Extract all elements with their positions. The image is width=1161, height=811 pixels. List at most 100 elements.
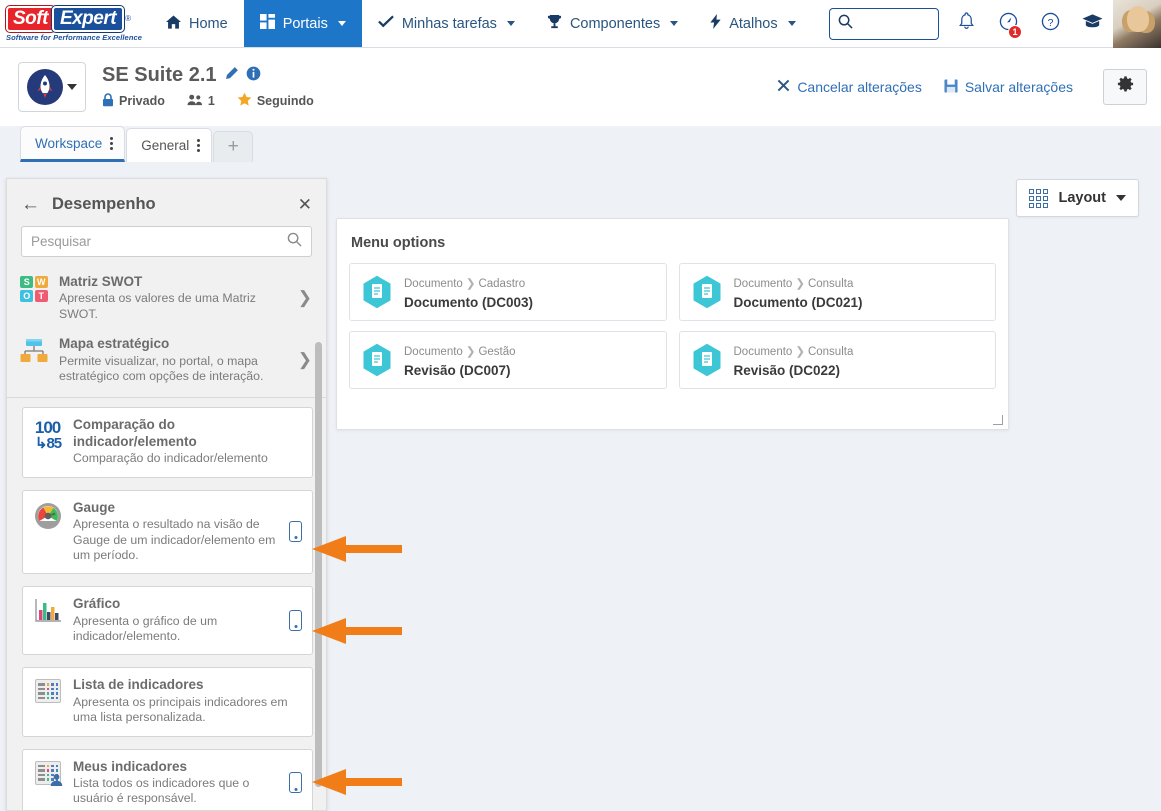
workspace-title-block: SE Suite 2.1 Privado 1 Seguindo [102, 64, 314, 110]
nav-item-atalhos-label: Atalhos [729, 15, 778, 32]
card-item-lista-indicadores-title: Lista de indicadores [73, 677, 204, 693]
chevron-right-icon[interactable]: ❯ [298, 288, 316, 308]
card-item-gauge-desc: Apresenta o resultado na visão de Gauge … [73, 517, 276, 562]
save-changes-button[interactable]: Salvar alterações [944, 78, 1073, 96]
menu-card-dc007-name: Revisão (DC007) [404, 362, 511, 378]
card-item-meus-indicadores-desc: Lista todos os indicadores que o usuário… [73, 776, 250, 806]
panel-resize-handle[interactable] [993, 415, 1003, 425]
card-item-meus-indicadores[interactable]: Meus indicadores Lista todos os indicado… [22, 748, 313, 810]
breadcrumb-separator: ❯ [795, 277, 805, 290]
logo-tagline: Software for Performance Excellence [6, 32, 143, 42]
nav-item-portais[interactable]: Portais [243, 0, 362, 47]
card-item-gauge[interactable]: Gauge Apresenta o resultado na visão de … [22, 489, 313, 575]
add-tab-button[interactable]: + [213, 131, 254, 162]
cancel-changes-button[interactable]: Cancelar alterações [777, 79, 922, 95]
chevron-down-icon [670, 21, 679, 26]
softexpert-logo[interactable]: Soft Expert ® Software for Performance E… [0, 0, 150, 47]
card-item-grafico[interactable]: Gráfico Apresenta o gráfico de um indica… [22, 586, 313, 656]
list-item-matriz-swot[interactable]: S W O T Matriz SWOT Apresenta os valores… [7, 267, 326, 329]
nav-item-componentes[interactable]: Componentes [531, 0, 694, 47]
card-item-meus-indicadores-title: Meus indicadores [73, 758, 188, 774]
top-navigation-bar: Soft Expert ® Software for Performance E… [0, 0, 1161, 48]
my-indicators-icon [33, 759, 63, 786]
chevron-down-icon [1116, 195, 1126, 201]
rocket-icon [27, 69, 63, 105]
mobile-device-icon[interactable] [289, 520, 302, 542]
tab-general-label: General [141, 138, 190, 153]
nav-item-home[interactable]: Home [150, 0, 244, 47]
search-input[interactable] [853, 16, 930, 31]
card-item-lista-indicadores[interactable]: Lista de indicadores Apresenta os princi… [22, 667, 313, 737]
swot-letter-w: W [34, 276, 48, 288]
help-button[interactable]: ? [1029, 0, 1071, 47]
list-item-mapa-estrategico[interactable]: Mapa estratégico Permite visualizar, no … [7, 329, 326, 391]
side-panel-header: ← Desempenho ✕ [7, 179, 326, 224]
back-arrow-icon[interactable]: ← [21, 195, 40, 214]
gauge-icon [33, 500, 63, 530]
menu-card-dc007[interactable]: Documento ❯ Gestão Revisão (DC007) [349, 331, 667, 389]
chevron-right-icon[interactable]: ❯ [298, 350, 316, 370]
settings-button[interactable] [1103, 69, 1147, 105]
list-divider [7, 397, 326, 399]
list-item-matriz-swot-desc: Apresenta os valores de uma Matriz SWOT. [59, 291, 256, 321]
nav-item-minhas-tarefas[interactable]: Minhas tarefas [362, 0, 531, 47]
edit-pencil-icon[interactable] [224, 66, 239, 86]
card-item-lista-indicadores-desc: Apresenta os principais indicadores em u… [73, 694, 288, 725]
mobile-device-icon[interactable] [289, 772, 302, 794]
academy-button[interactable] [1071, 0, 1113, 47]
menu-card-dc021[interactable]: Documento ❯ Consulta Documento (DC021) [678, 263, 996, 321]
tab-general-menu-icon[interactable] [197, 139, 201, 152]
side-panel-scrollbar[interactable] [315, 342, 322, 787]
search-icon [287, 232, 302, 252]
user-avatar[interactable] [1113, 0, 1161, 48]
save-disk-icon [944, 78, 958, 96]
layout-button-label: Layout [1058, 190, 1106, 206]
workspace-avatar-button[interactable] [18, 62, 86, 112]
people-icon [187, 93, 203, 109]
layout-button[interactable]: Layout [1016, 179, 1139, 217]
following-indicator[interactable]: Seguindo [237, 92, 314, 110]
tab-workspace[interactable]: Workspace [20, 126, 126, 162]
tab-workspace-menu-icon[interactable] [110, 136, 114, 150]
tab-general[interactable]: General [126, 128, 213, 162]
global-search [829, 0, 945, 47]
mobile-device-icon[interactable] [289, 609, 302, 631]
menu-card-dc021-text: Documento ❯ Consulta Documento (DC021) [734, 273, 863, 312]
close-icon[interactable]: ✕ [298, 196, 312, 213]
swot-letter-o: O [20, 289, 34, 302]
side-panel-search[interactable] [21, 226, 312, 257]
swot-letter-s: S [20, 276, 34, 288]
bolt-icon [710, 14, 721, 33]
breadcrumb-parent: Documento [733, 345, 793, 358]
card-item-comparacao-desc: Comparação do indicador/elemento [73, 451, 268, 466]
cancel-changes-label: Cancelar alterações [797, 79, 922, 95]
menu-card-dc003[interactable]: Documento ❯ Cadastro Documento (DC003) [349, 263, 667, 321]
side-panel-scroll-region: S W O T Matriz SWOT Apresenta os valores… [7, 267, 326, 810]
trophy-icon [547, 14, 562, 33]
search-box[interactable] [829, 7, 939, 40]
card-item-comparacao-title: Comparação do indicador/elemento [73, 417, 197, 449]
notifications-button[interactable] [945, 0, 987, 47]
members-count: 1 [207, 94, 215, 108]
side-panel-search-input[interactable] [31, 234, 287, 249]
component-plain-list: S W O T Matriz SWOT Apresenta os valores… [7, 267, 326, 392]
breadcrumb-separator: ❯ [465, 277, 476, 290]
card-item-grafico-desc: Apresenta o gráfico de um indicador/elem… [73, 613, 218, 644]
graduation-cap-icon [1081, 13, 1103, 34]
gear-icon [1117, 76, 1134, 98]
logo-soft-text: Soft [6, 5, 55, 32]
menu-card-dc003-text: Documento ❯ Cadastro Documento (DC003) [404, 273, 533, 312]
info-icon[interactable] [246, 66, 261, 86]
logo-registered-mark: ® [125, 13, 131, 23]
breadcrumb-parent: Documento [404, 345, 463, 358]
grid-icon [259, 14, 275, 33]
performance-meter-button[interactable]: 1 [987, 0, 1029, 47]
document-hex-icon [692, 343, 722, 377]
card-item-grafico-title: Gráfico [73, 596, 121, 612]
privacy-label: Privado [119, 94, 165, 108]
menu-card-dc022[interactable]: Documento ❯ Consulta Revisão (DC022) [678, 331, 996, 389]
card-item-comparacao[interactable]: 100 ↳85 Comparação do indicador/elemento… [22, 407, 313, 478]
nav-item-atalhos[interactable]: Atalhos [694, 0, 811, 47]
members-indicator[interactable]: 1 [187, 93, 215, 109]
nav-item-home-label: Home [189, 15, 228, 32]
